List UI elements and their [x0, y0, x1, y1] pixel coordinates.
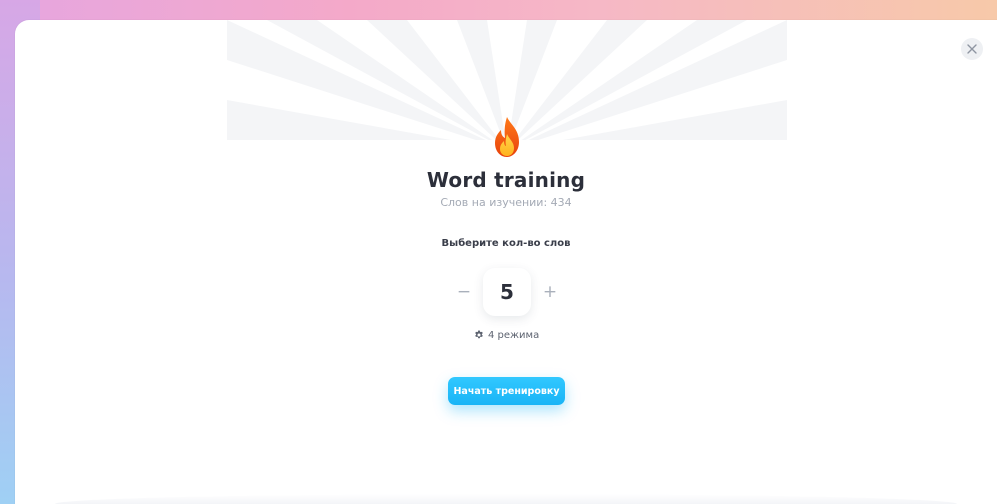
modes-settings-link[interactable]: 4 режима — [474, 328, 539, 342]
gear-icon — [475, 330, 483, 339]
close-icon — [967, 44, 977, 54]
decrease-button[interactable]: − — [454, 280, 474, 304]
modal-title: Word training — [426, 168, 586, 192]
word-count-value: 5 — [483, 268, 531, 316]
fire-icon — [495, 117, 519, 157]
app-background: Word training Слов на изучении: 434 Выбе… — [0, 0, 997, 504]
word-count-stepper: − 5 + — [454, 268, 557, 318]
choose-word-count-label: Выберите кол-во слов — [441, 238, 571, 249]
words-in-study-count: Слов на изучении: 434 — [440, 196, 572, 209]
increase-button[interactable]: + — [540, 280, 560, 304]
start-training-button[interactable]: Начать тренировку — [448, 377, 565, 405]
word-training-modal: Word training Слов на изучении: 434 Выбе… — [15, 20, 997, 504]
bottom-fade — [55, 494, 957, 504]
close-button[interactable] — [961, 38, 983, 60]
modes-label: 4 режима — [488, 329, 540, 341]
